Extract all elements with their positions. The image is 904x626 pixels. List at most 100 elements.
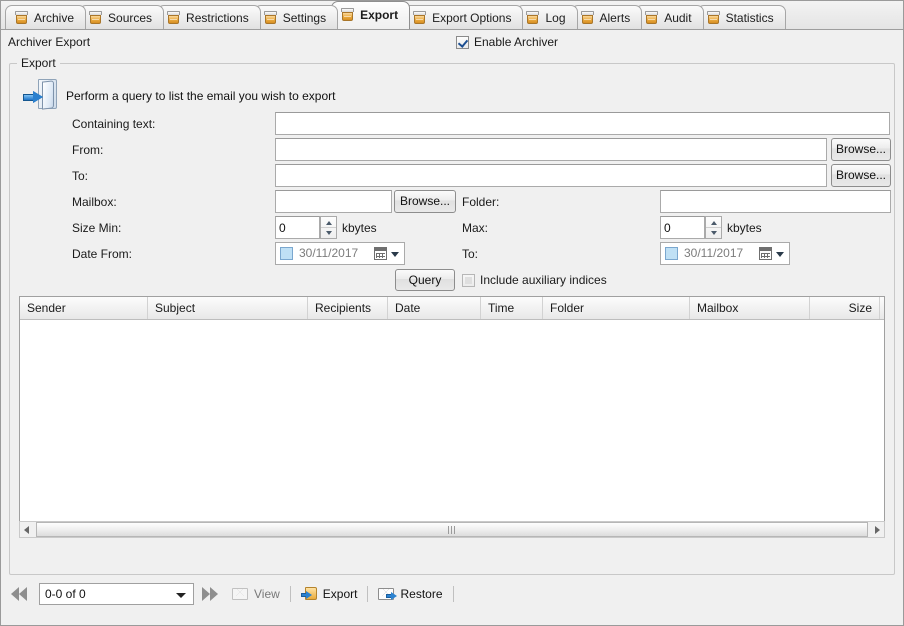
- grid-column-header[interactable]: Time: [481, 297, 543, 319]
- date-from-enable-checkbox[interactable]: [280, 247, 293, 260]
- grid-column-header[interactable]: Sender: [20, 297, 148, 319]
- restore-button[interactable]: Restore: [370, 583, 450, 605]
- include-aux-checkbox[interactable]: [462, 274, 475, 287]
- size-max-stepper[interactable]: [705, 216, 722, 239]
- containing-text-label: Containing text:: [72, 117, 155, 131]
- scrollbar-thumb[interactable]: [36, 522, 868, 537]
- mailbox-icon: [412, 11, 427, 25]
- date-to-enable-checkbox[interactable]: [665, 247, 678, 260]
- tab-label: Statistics: [726, 12, 774, 24]
- include-aux-row[interactable]: Include auxiliary indices: [462, 273, 607, 287]
- from-input[interactable]: [275, 138, 827, 161]
- grid-column-header[interactable]: Date: [388, 297, 481, 319]
- chevron-down-icon[interactable]: [776, 252, 784, 257]
- tab-alerts[interactable]: Alerts: [571, 5, 643, 29]
- tab-export[interactable]: Export: [331, 1, 410, 29]
- size-min-input[interactable]: [275, 216, 320, 239]
- grid-column-header[interactable]: Ref: [880, 297, 885, 319]
- application-window: Archive Sources Restrictions Settings Export…: [0, 0, 904, 626]
- previous-page-icon[interactable]: [9, 583, 35, 605]
- tab-archive[interactable]: Archive: [5, 5, 86, 29]
- tab-statistics[interactable]: Statistics: [697, 5, 786, 29]
- tab-restrictions[interactable]: Restrictions: [157, 5, 261, 29]
- page-header: Archiver Export Enable Archiver: [1, 30, 903, 54]
- tab-label: Export Options: [432, 12, 511, 24]
- grid-body[interactable]: [20, 320, 884, 536]
- folder-input[interactable]: [660, 190, 891, 213]
- scroll-left-icon[interactable]: [20, 522, 36, 537]
- chevron-down-icon[interactable]: [176, 593, 186, 598]
- containing-text-input[interactable]: [275, 112, 890, 135]
- date-to-picker[interactable]: 30/11/2017: [660, 242, 790, 265]
- size-min-unit: kbytes: [342, 221, 377, 235]
- date-to-label: To:: [462, 247, 478, 261]
- mailbox-icon: [14, 11, 29, 25]
- results-grid: SenderSubjectRecipientsDateTimeFolderMai…: [19, 296, 885, 537]
- size-max-label: Max:: [462, 221, 488, 235]
- tab-audit[interactable]: Audit: [635, 5, 703, 29]
- mailbox-icon: [580, 11, 595, 25]
- tab-sources[interactable]: Sources: [79, 5, 164, 29]
- mailbox-icon: [88, 11, 103, 25]
- tab-export-options[interactable]: Export Options: [403, 5, 523, 29]
- size-min-stepper[interactable]: [320, 216, 337, 239]
- to-browse-button[interactable]: Browse...: [831, 164, 891, 187]
- from-browse-button[interactable]: Browse...: [831, 138, 891, 161]
- tab-label: Log: [545, 12, 565, 24]
- date-from-value: 30/11/2017: [299, 246, 358, 260]
- export-button[interactable]: Export: [293, 583, 366, 605]
- to-label: To:: [72, 169, 88, 183]
- tab-settings[interactable]: Settings: [254, 5, 338, 29]
- mailbox-icon: [340, 8, 355, 22]
- chevron-down-icon[interactable]: [391, 252, 399, 257]
- to-input[interactable]: [275, 164, 827, 187]
- mailbox-icon: [263, 11, 278, 25]
- mailbox-icon: [525, 11, 540, 25]
- export-group-box: Export Perform a query to list the email…: [9, 63, 895, 575]
- date-from-picker[interactable]: 30/11/2017: [275, 242, 405, 265]
- tab-log[interactable]: Log: [516, 5, 577, 29]
- tab-label: Export: [360, 9, 398, 21]
- scroll-right-icon[interactable]: [868, 522, 884, 537]
- query-button[interactable]: Query: [395, 269, 455, 291]
- mailbox-input[interactable]: [275, 190, 392, 213]
- envelope-icon: [232, 587, 249, 601]
- mailbox-icon: [706, 11, 721, 25]
- view-button[interactable]: View: [224, 583, 288, 605]
- folder-label: Folder:: [462, 195, 499, 209]
- toolbar-divider: [453, 586, 454, 602]
- grid-header: SenderSubjectRecipientsDateTimeFolderMai…: [20, 297, 884, 320]
- pager-dropdown[interactable]: 0-0 of 0: [39, 583, 194, 605]
- tab-label: Audit: [664, 12, 691, 24]
- export-folder-icon: [301, 587, 318, 601]
- export-group-legend: Export: [17, 56, 60, 70]
- tab-label: Restrictions: [186, 12, 249, 24]
- grid-column-header[interactable]: Size: [810, 297, 880, 319]
- mailbox-icon: [644, 11, 659, 25]
- include-aux-label: Include auxiliary indices: [480, 273, 607, 287]
- size-max-input[interactable]: [660, 216, 705, 239]
- grid-column-header[interactable]: Folder: [543, 297, 690, 319]
- size-min-label: Size Min:: [72, 221, 121, 235]
- mailbox-label: Mailbox:: [72, 195, 117, 209]
- export-button-label: Export: [323, 587, 358, 601]
- tab-label: Sources: [108, 12, 152, 24]
- restore-envelope-icon: [378, 587, 395, 601]
- from-label: From:: [72, 143, 103, 157]
- enable-archiver-row[interactable]: Enable Archiver: [456, 35, 558, 49]
- mailbox-icon: [166, 11, 181, 25]
- enable-archiver-checkbox[interactable]: [456, 36, 469, 49]
- calendar-icon[interactable]: [759, 247, 772, 260]
- date-to-value: 30/11/2017: [684, 246, 743, 260]
- grid-column-header[interactable]: Subject: [148, 297, 308, 319]
- next-page-icon[interactable]: [198, 583, 224, 605]
- grid-horizontal-scrollbar[interactable]: [19, 521, 885, 538]
- restore-button-label: Restore: [400, 587, 442, 601]
- mailbox-browse-button[interactable]: Browse...: [394, 190, 456, 213]
- export-folder-icon: [22, 78, 62, 114]
- calendar-icon[interactable]: [374, 247, 387, 260]
- grid-column-header[interactable]: Recipients: [308, 297, 388, 319]
- tab-label: Alerts: [600, 12, 631, 24]
- grid-column-header[interactable]: Mailbox: [690, 297, 810, 319]
- tab-bar: Archive Sources Restrictions Settings Export…: [1, 1, 903, 30]
